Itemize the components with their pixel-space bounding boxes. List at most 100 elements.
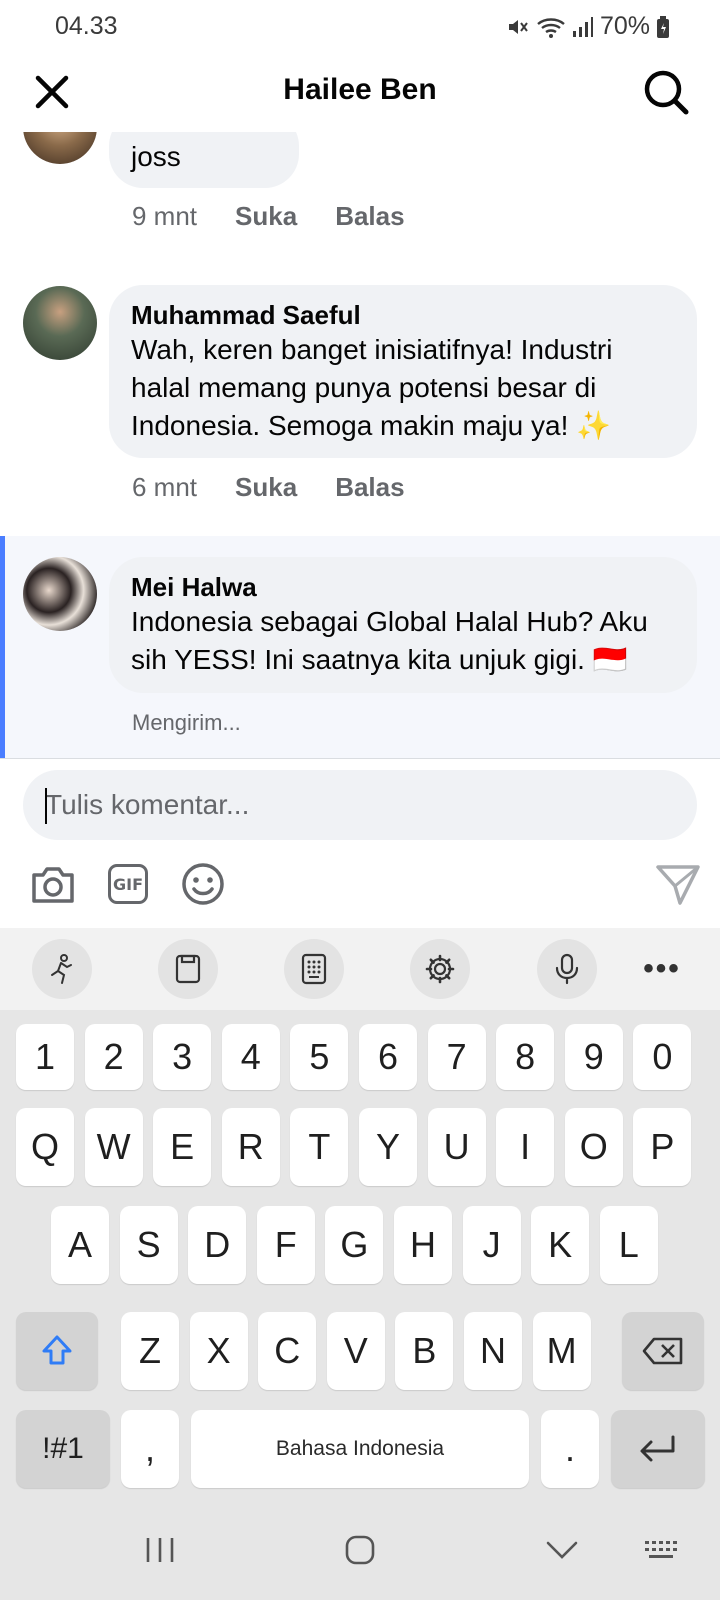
reply-button[interactable]: Balas — [335, 472, 404, 503]
letter-key-a[interactable]: A — [51, 1206, 109, 1284]
space-key[interactable]: Bahasa Indonesia — [191, 1410, 529, 1488]
number-key-3[interactable]: 3 — [153, 1024, 212, 1090]
comment-author[interactable]: Muhammad Saeful — [131, 299, 675, 331]
letter-key-t[interactable]: T — [290, 1108, 349, 1186]
more-options-icon[interactable]: ••• — [632, 939, 692, 999]
keypad-button[interactable] — [284, 939, 344, 999]
enter-key[interactable] — [611, 1410, 705, 1488]
period-key[interactable]: . — [541, 1410, 599, 1488]
letter-key-s[interactable]: S — [119, 1206, 178, 1284]
reply-button[interactable]: Balas — [335, 201, 404, 232]
number-key-5[interactable]: 5 — [290, 1024, 349, 1090]
number-key-7[interactable]: 7 — [427, 1024, 486, 1090]
letter-key-g[interactable]: G — [325, 1206, 384, 1284]
number-key-4[interactable]: 4 — [221, 1024, 280, 1090]
sticker-button[interactable] — [32, 939, 92, 999]
recent-apps-button[interactable] — [130, 1528, 190, 1572]
number-key-2[interactable]: 2 — [84, 1024, 143, 1090]
comment-text: Wah, keren banget inisiatifnya! Industri… — [131, 334, 613, 441]
letter-key-v[interactable]: V — [326, 1312, 385, 1390]
letter-key-y[interactable]: Y — [359, 1108, 417, 1186]
camera-button[interactable] — [29, 860, 77, 908]
comment-time: 6 mnt — [132, 472, 198, 502]
voice-input-button[interactable] — [537, 939, 597, 999]
camera-icon — [32, 867, 74, 903]
running-figure-icon — [51, 954, 72, 984]
battery-percent: 70% — [599, 12, 650, 40]
chevron-down-icon — [546, 1541, 578, 1559]
comment-input[interactable] — [45, 770, 665, 840]
send-button[interactable] — [654, 860, 702, 908]
status-time: 04.33 — [55, 12, 118, 40]
enter-icon — [640, 1435, 675, 1462]
letter-key-z[interactable]: Z — [121, 1312, 179, 1390]
letter-key-n[interactable]: N — [464, 1312, 522, 1390]
letter-key-d[interactable]: D — [188, 1206, 247, 1284]
emoji-button[interactable] — [179, 860, 227, 908]
backspace-icon — [642, 1337, 683, 1365]
number-key-0[interactable]: 0 — [633, 1024, 692, 1090]
letter-key-c[interactable]: C — [258, 1312, 317, 1390]
gif-button[interactable]: GIF — [104, 860, 152, 908]
keyboard-icon — [645, 1541, 677, 1558]
clipboard-icon — [175, 954, 201, 984]
number-key-9[interactable]: 9 — [564, 1024, 623, 1090]
shift-icon — [42, 1335, 72, 1365]
settings-button[interactable] — [410, 939, 470, 999]
comment-bubble[interactable]: Muhammad Saeful Wah, keren banget inisia… — [109, 285, 697, 458]
letter-key-u[interactable]: U — [427, 1108, 486, 1186]
number-key-1[interactable]: 1 — [16, 1024, 74, 1090]
letter-key-h[interactable]: H — [394, 1206, 452, 1284]
letter-key-i[interactable]: I — [496, 1108, 555, 1186]
page-title: Hailee Ben — [283, 73, 437, 106]
clipboard-button[interactable] — [158, 939, 218, 999]
number-key-6[interactable]: 6 — [359, 1024, 417, 1090]
letter-key-k[interactable]: K — [531, 1206, 590, 1284]
keyboard-switch-button[interactable] — [632, 1528, 692, 1572]
header: Hailee Ben — [0, 56, 720, 128]
avatar[interactable] — [23, 557, 97, 631]
shift-key[interactable] — [16, 1312, 98, 1390]
letter-key-e[interactable]: E — [153, 1108, 212, 1186]
symbols-key[interactable]: !#1 — [16, 1410, 110, 1488]
like-button[interactable]: Suka — [235, 201, 297, 232]
comment-author[interactable]: Mei Halwa — [131, 571, 675, 603]
home-button[interactable] — [330, 1528, 390, 1572]
pending-indicator — [0, 536, 5, 758]
comma-key[interactable]: , — [121, 1410, 179, 1488]
comment-composer[interactable] — [23, 770, 697, 840]
gear-icon — [425, 954, 455, 984]
backspace-key[interactable] — [622, 1312, 704, 1390]
search-icon[interactable] — [642, 68, 690, 116]
letter-key-f[interactable]: F — [256, 1206, 315, 1284]
keyboard-toolbar: ••• — [0, 928, 720, 1010]
avatar[interactable] — [23, 286, 97, 360]
number-key-8[interactable]: 8 — [496, 1024, 555, 1090]
letter-key-r[interactable]: R — [221, 1108, 280, 1186]
recent-apps-icon — [146, 1538, 174, 1562]
letter-key-q[interactable]: Q — [16, 1108, 74, 1186]
home-icon — [345, 1535, 375, 1565]
letter-key-p[interactable]: P — [633, 1108, 692, 1186]
mute-icon — [508, 19, 528, 34]
send-icon — [656, 865, 700, 905]
letter-key-l[interactable]: L — [599, 1206, 658, 1284]
status-icons: 70% — [506, 12, 670, 41]
comment-bubble[interactable]: Mei Halwa Indonesia sebagai Global Halal… — [109, 557, 697, 693]
comment-meta: 6 mnt Suka Balas — [132, 472, 405, 503]
gif-icon: GIF — [108, 864, 148, 904]
emoji-icon — [182, 863, 224, 905]
comment-time: 9 mnt — [132, 201, 198, 231]
like-button[interactable]: Suka — [235, 472, 297, 503]
wifi-icon — [537, 17, 565, 38]
letter-key-m[interactable]: M — [532, 1312, 591, 1390]
letter-key-j[interactable]: J — [462, 1206, 521, 1284]
letter-key-w[interactable]: W — [84, 1108, 143, 1186]
divider — [0, 758, 720, 759]
letter-key-x[interactable]: X — [189, 1312, 248, 1390]
letter-key-o[interactable]: O — [564, 1108, 623, 1186]
back-button[interactable] — [532, 1528, 592, 1572]
comment-text: joss — [131, 141, 181, 172]
comment-text: Indonesia sebagai Global Halal Hub? Aku … — [131, 606, 648, 675]
letter-key-b[interactable]: B — [395, 1312, 454, 1390]
